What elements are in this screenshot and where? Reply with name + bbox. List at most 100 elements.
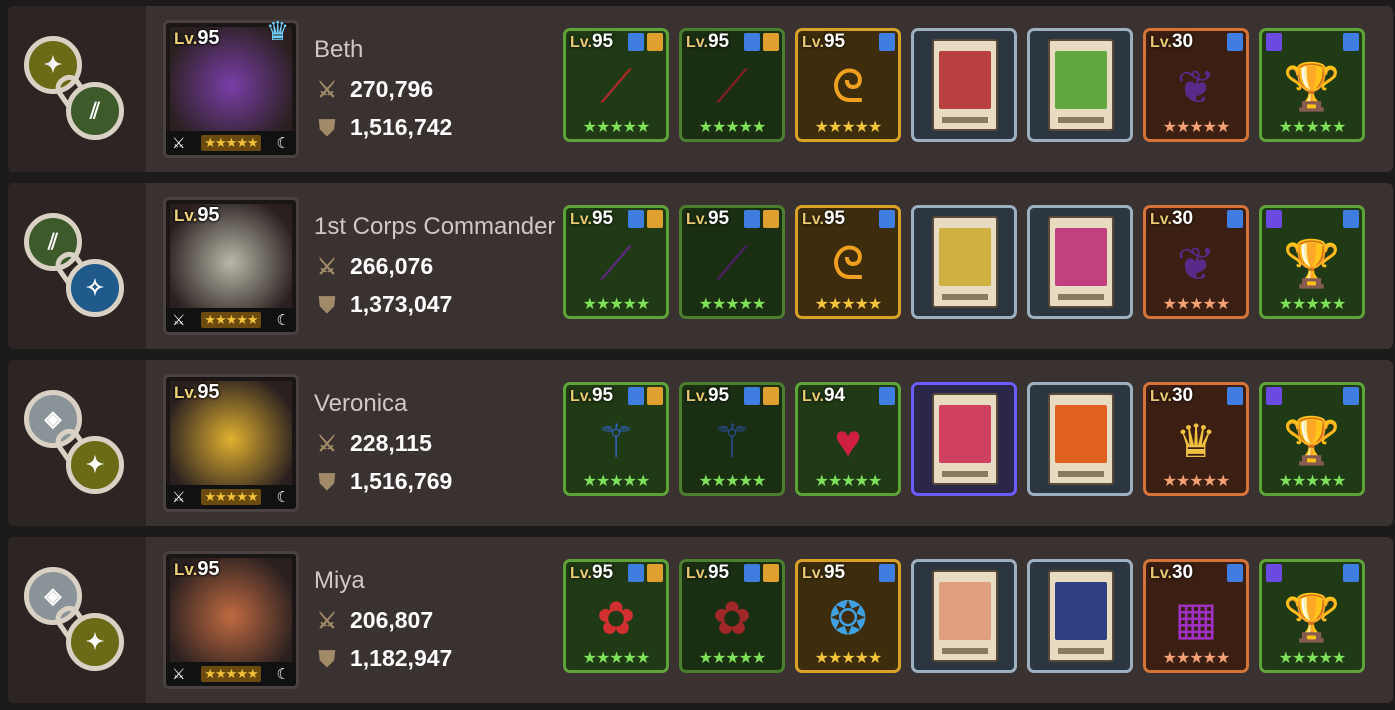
equipment-slot[interactable] [911,28,1017,142]
blue-tag-icon [1227,210,1243,228]
defense-stat: ⛊ 1,182,947 [314,645,453,672]
equip-level: Lv.30 [1150,562,1194,583]
hero-portrait[interactable]: Lv.95 ⚔ ★★★★★ ☾ [163,197,299,335]
equipment-slot[interactable]: Lv.95 ᘓ ★★★★★ [795,28,901,142]
element-chain: ✦ ⫽ [24,36,134,146]
attack-value: 228,115 [350,430,432,456]
hero-level: Lv.95 [174,204,220,226]
equipment-slot[interactable]: Lv.95 ⚚ ★★★★★ [563,382,669,496]
red-fan-icon: ✿ [596,592,636,645]
equipment-slot[interactable]: Lv.95 ⟋ ★★★★★ [679,205,785,319]
blue-tag-icon [744,387,760,405]
red-chalice-icon: 🏆 [1283,60,1341,113]
equip-level: Lv.30 [1150,31,1194,52]
blue-earring-icon: ❂ [828,592,868,645]
element-olive-icon: ✦ [66,436,124,494]
hero-portrait[interactable]: Lv.95 ⚔ ★★★★★ ☾ [163,374,299,512]
equipment-slot[interactable]: Lv.94 ♥ ★★★★★ [795,382,901,496]
hero-row[interactable]: ⫽ ✧ Lv.95 ⚔ ★★★★★ ☾ 1st Corps Commander … [8,183,1393,349]
star-rating: ★★★★★ [1162,119,1231,136]
defense-value: 1,516,769 [350,468,453,494]
equipment-slot[interactable] [1027,382,1133,496]
star-rating: ★★★★★ [1278,650,1347,667]
gold-tag-icon [647,387,663,405]
equipment-slot[interactable]: Lv.30 ❦ ★★★★★ [1143,28,1249,142]
dark-spear-icon: ⟋ [715,237,749,290]
hero-portrait[interactable]: Lv.95 ⚔ ★★★★★ ☾ [163,551,299,689]
star-rating: ★★★★★ [814,473,883,490]
equipment-slot[interactable]: 🏆 ★★★★★ [1259,28,1365,142]
crossed-swords-icon: ⚔ [317,253,337,279]
purple-tag-icon [1266,33,1282,51]
spear-card-icon [1048,39,1114,131]
dark-wings-icon: ❦ [1176,238,1216,291]
blue-tag-icon [1343,387,1359,405]
blue-staff-icon: ⚚ [595,415,637,468]
hero-level: Lv.95 [174,27,220,49]
attack-value: 206,807 [350,607,434,633]
star-rating: ★★★★★ [814,119,883,136]
equipment-slot[interactable]: 🏆 ★★★★★ [1259,382,1365,496]
purple-tag-icon [1266,564,1282,582]
equipment-slot[interactable]: Lv.30 ❦ ★★★★★ [1143,205,1249,319]
defense-value: 1,182,947 [350,645,453,671]
attack-value: 266,076 [350,253,434,279]
equipment-slot[interactable] [911,559,1017,673]
gold-tag-icon [763,33,779,51]
star-rating: ★★★★★ [1278,119,1347,136]
equip-level: Lv.94 [802,385,846,406]
equipment-slot[interactable]: Lv.95 ⟋ ★★★★★ [679,28,785,142]
equipment-list: Lv.95 ⟋ ★★★★★ Lv.95 ⟋ ★★★★★ Lv.95 ᘓ ★★★★★ Lv.30 ❦ ★… [563,205,1365,319]
crown-icon: ♛ [266,16,290,46]
equipment-slot[interactable]: 🏆 ★★★★★ [1259,205,1365,319]
element-chain: ⫽ ✧ [24,213,134,323]
equipment-slot[interactable]: Lv.95 ⟋ ★★★★★ [563,28,669,142]
equipment-slot[interactable] [911,382,1017,496]
equipment-slot[interactable]: Lv.95 ✿ ★★★★★ [679,559,785,673]
defense-stat: ⛊ 1,516,769 [314,468,453,495]
hero-row[interactable]: ◈ ✦ Lv.95 ⚔ ★★★★★ ☾ Veronica ⚔ 228,115 ⛊… [8,360,1393,526]
star-rating: ★★★★★ [814,296,883,313]
equipment-slot[interactable]: Lv.95 ⚚ ★★★★★ [679,382,785,496]
star-rating: ★★★★★ [1162,296,1231,313]
hero-row[interactable]: ◈ ✦ Lv.95 ⚔ ★★★★★ ☾ Miya ⚔ 206,807 ⛊ 1,1… [8,537,1393,703]
hero-card-icon [1048,216,1114,308]
red-chalice-icon: 🏆 [1283,414,1341,467]
equipment-slot[interactable]: Lv.95 ᘓ ★★★★★ [795,205,901,319]
equipment-slot[interactable]: Lv.30 ▦ ★★★★★ [1143,559,1249,673]
hero-card-icon [932,393,998,485]
element-blue-icon: ✧ [66,259,124,317]
blue-tag-icon [744,564,760,582]
equipment-slot[interactable]: Lv.95 ❂ ★★★★★ [795,559,901,673]
gold-tag-icon [763,387,779,405]
blue-tag-icon [879,387,895,405]
blue-tag-icon [1343,33,1359,51]
equipment-slot[interactable]: 🏆 ★★★★★ [1259,559,1365,673]
hero-info-bar: ⚔ ★★★★★ ☾ [166,131,296,155]
equipment-slot[interactable] [911,205,1017,319]
equip-level: Lv.95 [570,562,614,583]
star-rating: ★★★★★ [1278,473,1347,490]
dark-wings-icon: ❦ [1176,61,1216,114]
crossed-swords-icon: ⚔ [317,607,337,633]
blue-tag-icon [628,564,644,582]
hero-name: Veronica [314,390,408,417]
equipment-list: Lv.95 ⟋ ★★★★★ Lv.95 ⟋ ★★★★★ Lv.95 ᘓ ★★★★★ Lv.30 ❦ ★… [563,28,1365,142]
costume-doll-icon: ♛ [1175,415,1217,468]
food-card-icon [1048,393,1114,485]
gold-tag-icon [647,564,663,582]
defense-value: 1,516,742 [350,114,453,140]
attack-stat: ⚔ 206,807 [314,607,433,634]
equipment-slot[interactable]: Lv.95 ⟋ ★★★★★ [563,205,669,319]
equipment-slot[interactable] [1027,559,1133,673]
equipment-slot[interactable] [1027,205,1133,319]
equipment-slot[interactable]: Lv.30 ♛ ★★★★★ [1143,382,1249,496]
equipment-slot[interactable]: Lv.95 ✿ ★★★★★ [563,559,669,673]
star-rating: ★★★★★ [582,119,651,136]
star-rating: ★★★★★ [1162,650,1231,667]
equip-level: Lv.95 [686,385,730,406]
shield-icon: ⛊ [318,645,336,671]
equip-level: Lv.95 [686,562,730,583]
equipment-slot[interactable] [1027,28,1133,142]
hero-row[interactable]: ✦ ⫽ Lv.95 ⚔ ★★★★★ ☾ ♛ Beth ⚔ 270,796 ⛊ 1… [8,6,1393,172]
